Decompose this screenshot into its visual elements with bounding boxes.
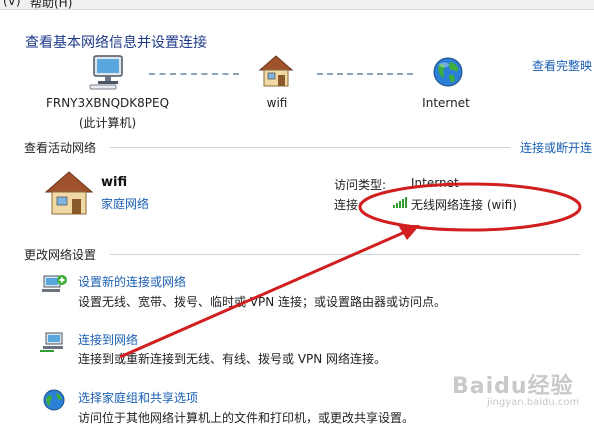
task-desc: 设置无线、宽带、拨号、临时或 VPN 连接；或设置路由器或访问点。 [78,295,447,309]
map-connector-1 [149,73,239,75]
active-network-heading: 查看活动网络 [24,141,97,155]
divider [110,147,510,148]
computer-name: FRNY3XBNQDK8PEQ [45,96,170,110]
network-type-link[interactable]: 家庭网络 [101,195,149,212]
home-network-large-icon [44,170,94,219]
home-network-icon[interactable] [258,54,294,91]
task-connect-to-network[interactable]: 连接到网络 [78,331,138,348]
connect-disconnect-link[interactable]: 连接或断开连 [520,139,592,156]
page-title: 查看基本网络信息并设置连接 [25,35,207,51]
wifi-signal-icon [393,196,407,211]
access-type-value: Internet [411,176,459,190]
internet-name: Internet [422,96,470,110]
annotation-arrow-head [398,225,420,240]
access-type-label: 访问类型: [334,178,387,192]
menu-item-view[interactable]: (V) [3,0,21,8]
internet-globe-icon[interactable] [432,56,464,91]
map-connector-2 [317,73,413,75]
task-desc: 访问位于其他网络计算机上的文件和打印机，或更改共享设置。 [78,411,415,425]
task-desc: 连接到或重新连接到无线、有线、拨号或 VPN 网络连接。 [78,352,387,366]
baidu-watermark: Baidu经验 [452,374,574,399]
new-connection-icon [40,272,68,301]
connection-label: 连接: [334,198,363,212]
task-setup-new-connection[interactable]: 设置新的连接或网络 [78,273,186,290]
view-full-map-link[interactable]: 查看完整映 [532,57,592,74]
wireless-connection-link[interactable]: 无线网络连接 (wifi) [411,196,517,213]
menu-item-help[interactable]: 帮助(H) [30,0,72,9]
divider [110,254,580,255]
task-homegroup-sharing[interactable]: 选择家庭组和共享选项 [78,389,198,406]
network-name: wifi [266,96,288,110]
homegroup-icon [40,388,68,417]
menu-bar: (V) 帮助(H) [0,0,594,10]
connect-to-network-icon [40,330,68,359]
active-network-name: wifi [101,175,128,190]
baidu-watermark-url: jingyan.baidu.com [487,397,580,408]
computer-sub: (此计算机) [78,116,137,130]
computer-icon [88,54,128,93]
change-settings-heading: 更改网络设置 [24,248,97,262]
